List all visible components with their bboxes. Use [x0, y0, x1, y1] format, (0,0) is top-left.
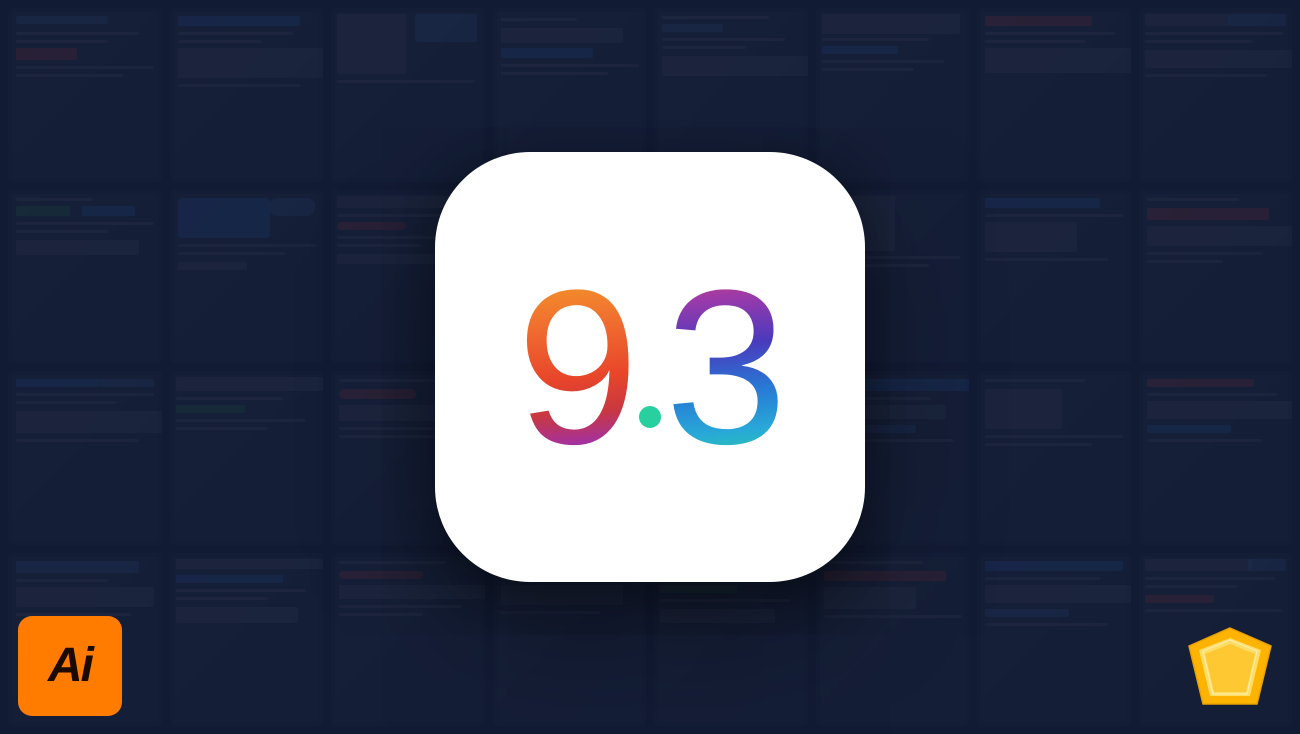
ai-badge-text: Ai	[48, 642, 92, 690]
ios-version-icon: 9 3	[435, 152, 865, 582]
version-number: 9 3	[517, 257, 784, 477]
version-nine: 9	[517, 257, 635, 477]
version-dot	[639, 406, 661, 428]
sketch-badge	[1178, 616, 1282, 716]
version-three: 3	[665, 257, 783, 477]
sketch-icon	[1185, 624, 1275, 708]
ai-badge: Ai	[18, 616, 122, 716]
